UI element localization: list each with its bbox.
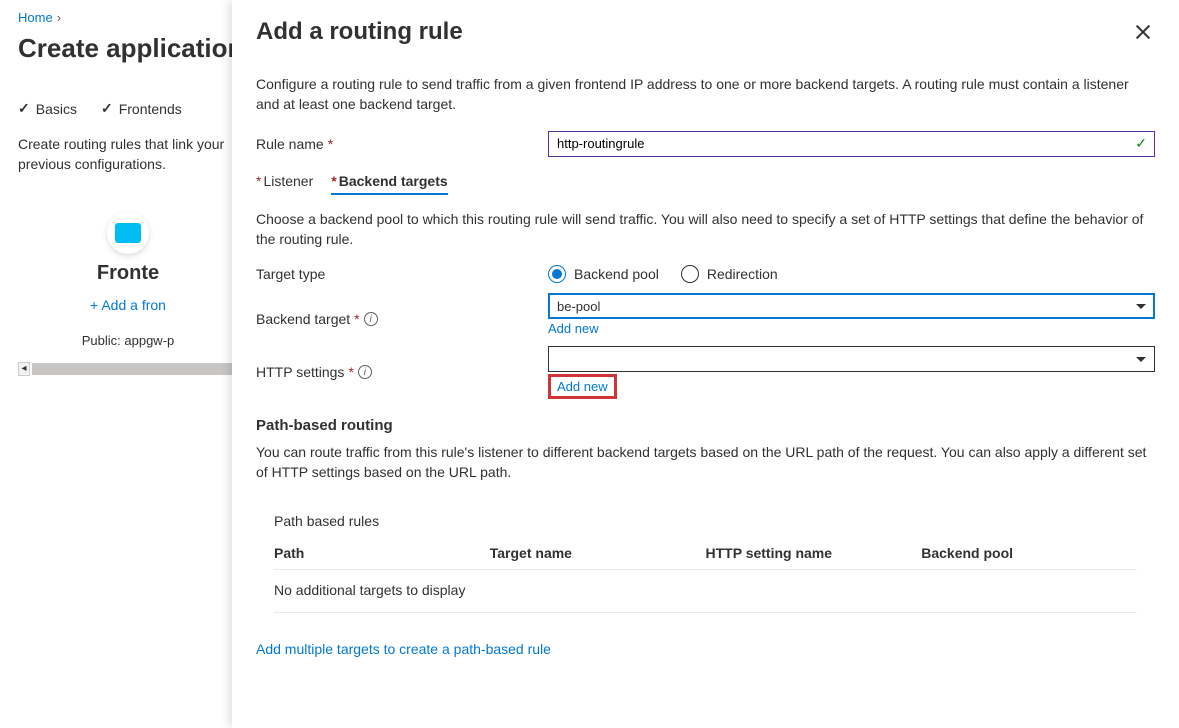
http-settings-select[interactable] [548, 346, 1155, 372]
path-rules-title: Path based rules [274, 513, 1137, 529]
backend-targets-desc: Choose a backend pool to which this rout… [256, 209, 1155, 250]
add-multiple-targets-link[interactable]: Add multiple targets to create a path-ba… [256, 641, 1155, 657]
tab-backend-targets[interactable]: *Backend targets [331, 173, 447, 195]
check-icon: ✓ [101, 100, 113, 117]
frontends-card: Fronte + Add a fron Public: appgw-p ◂ [18, 202, 238, 376]
radio-label: Backend pool [574, 266, 659, 282]
breadcrumb-home[interactable]: Home [18, 10, 53, 25]
col-target-name: Target name [490, 545, 706, 561]
close-icon[interactable] [1135, 24, 1151, 40]
target-type-radios: Backend pool Redirection [548, 265, 1155, 283]
backend-target-select[interactable]: be-pool [548, 293, 1155, 319]
wizard-description: Create routing rules that link your prev… [18, 135, 248, 174]
http-settings-label: HTTP settings * i [256, 346, 548, 380]
blade-intro: Configure a routing rule to send traffic… [256, 74, 1155, 115]
col-path: Path [274, 545, 490, 561]
frontends-heading: Fronte [18, 262, 238, 285]
select-value: be-pool [557, 299, 600, 314]
col-backend-pool: Backend pool [921, 545, 1137, 561]
rule-name-input[interactable] [548, 131, 1155, 157]
target-type-label: Target type [256, 266, 548, 282]
backend-target-label: Backend target * i [256, 293, 548, 327]
chevron-down-icon [1136, 357, 1146, 362]
step-frontends[interactable]: ✓ Frontends [101, 100, 182, 117]
radio-label: Redirection [707, 266, 778, 282]
checkmark-icon: ✓ [1135, 135, 1147, 152]
rule-name-label: Rule name * [256, 136, 548, 152]
col-http-setting: HTTP setting name [706, 545, 922, 561]
info-icon[interactable]: i [358, 365, 372, 379]
path-routing-desc: You can route traffic from this rule's l… [256, 442, 1155, 483]
frontend-ip-line: Public: appgw-p [18, 333, 238, 348]
path-rules-empty: No additional targets to display [274, 570, 1137, 613]
chevron-down-icon [1136, 304, 1146, 309]
blade-tabs: *Listener *Backend targets [256, 173, 1155, 195]
step-basics[interactable]: ✓ Basics [18, 100, 77, 117]
add-new-http-settings[interactable]: Add new [548, 374, 617, 399]
step-label: Basics [36, 101, 77, 117]
horizontal-scrollbar[interactable]: ◂ [18, 362, 238, 376]
routing-rule-blade: Add a routing rule Configure a routing r… [232, 0, 1179, 728]
radio-backend-pool[interactable]: Backend pool [548, 265, 659, 283]
info-icon[interactable]: i [364, 312, 378, 326]
chevron-right-icon: › [57, 10, 61, 25]
frontend-icon [107, 212, 149, 254]
radio-redirection[interactable]: Redirection [681, 265, 778, 283]
check-icon: ✓ [18, 100, 30, 117]
path-routing-heading: Path-based routing [256, 417, 1155, 434]
tab-listener[interactable]: *Listener [256, 173, 313, 195]
step-label: Frontends [119, 101, 182, 117]
blade-title: Add a routing rule [256, 18, 463, 46]
add-frontend-link[interactable]: + Add a fron [18, 297, 238, 313]
path-rules-table: Path based rules Path Target name HTTP s… [256, 499, 1155, 613]
add-new-backend-target[interactable]: Add new [548, 321, 599, 336]
